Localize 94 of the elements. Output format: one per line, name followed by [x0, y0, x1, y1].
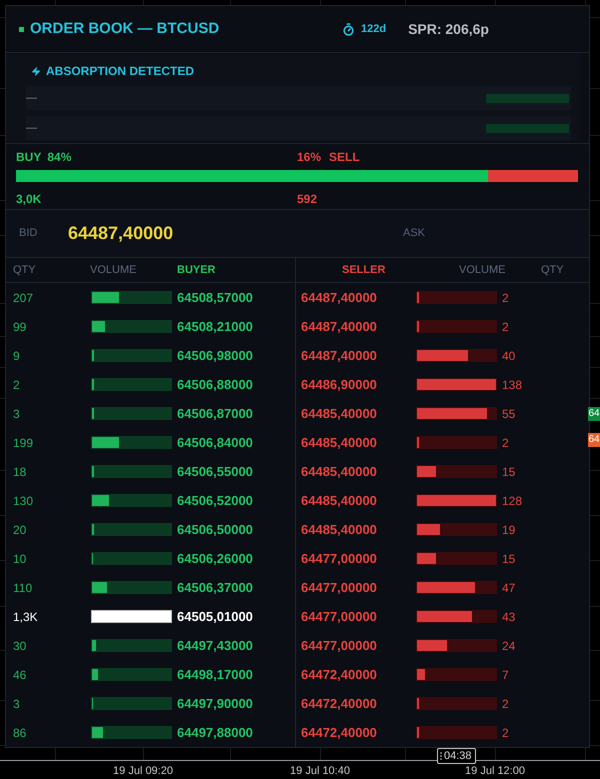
ask-price: 64486,90000 — [301, 377, 378, 392]
bid-quantity: 46 — [13, 668, 28, 682]
bid-quantity: 10 — [13, 552, 28, 566]
spread-value: SPR: 206,6p — [408, 20, 489, 39]
column-header: QTY — [541, 262, 564, 278]
bid-price: 64497,43000 — [177, 638, 253, 653]
absorption-title: ABSORPTION DETECTED — [46, 63, 194, 80]
buy-percent: 84% — [47, 149, 72, 166]
bid-price: 64497,88000 — [177, 725, 253, 740]
bid-quantity: 207 — [13, 290, 34, 304]
bid-quantity: 86 — [13, 726, 28, 740]
bid-price: 64506,88000 — [177, 377, 253, 392]
sell-volume: 592 — [297, 191, 318, 208]
ask-label: ASK — [403, 226, 426, 242]
bid-price: 64506,50000 — [177, 522, 253, 537]
price-scale-tag: 64 — [588, 433, 600, 447]
ask-quantity: 2 — [502, 320, 509, 334]
ask-price: 64485,40000 — [301, 522, 378, 537]
bid-price: 64497,90000 — [177, 696, 253, 711]
ask-quantity: 2 — [502, 726, 509, 740]
panel-title: ORDER BOOK — BTCUSD — [30, 18, 220, 39]
ask-quantity: 128 — [502, 494, 522, 508]
column-header: BUYER — [177, 262, 216, 278]
bid-price: 64506,87000 — [177, 406, 253, 421]
ask-price: 64472,40000 — [301, 667, 378, 682]
bid-price: 64506,84000 — [177, 435, 253, 450]
ask-quantity: 15 — [502, 552, 516, 566]
bid-quantity: 30 — [13, 638, 28, 652]
buy-label: BUY — [16, 149, 42, 166]
bid-price: 64506,26000 — [177, 551, 253, 566]
bid-quantity: 1,3K — [13, 610, 39, 624]
ask-price: 64487,40000 — [301, 319, 378, 334]
bid-price: 64505,01000 — [177, 609, 253, 624]
bid-quantity: 3 — [13, 696, 21, 710]
ask-price: 64485,40000 — [301, 464, 378, 479]
ask-price: 64477,00000 — [301, 551, 378, 566]
ask-price: 64487,40000 — [301, 290, 378, 305]
bid-price: 64498,17000 — [177, 667, 253, 682]
ask-quantity: 2 — [502, 696, 509, 710]
ask-price: 64487,40000 — [301, 348, 378, 363]
bid-quantity: 99 — [13, 320, 28, 334]
ask-quantity: 2 — [502, 436, 509, 450]
bid-price-value: 64487,40000 — [68, 222, 174, 245]
ask-quantity: 15 — [502, 464, 516, 478]
ask-price: 64477,00000 — [301, 580, 378, 595]
bid-price: 64506,98000 — [177, 348, 253, 363]
bid-quantity: 20 — [13, 522, 28, 536]
ask-quantity: 47 — [502, 580, 516, 594]
time-cursor-value: 04:38 — [444, 750, 472, 762]
bid-quantity: 9 — [13, 348, 21, 362]
ask-price: 64472,40000 — [301, 696, 378, 711]
sell-label: SELL — [329, 149, 360, 166]
time-axis-label: 19 Jul 09:20 — [113, 765, 173, 778]
absorption-label: — — [26, 90, 37, 106]
column-header: VOLUME — [90, 262, 138, 278]
ask-price: 64477,00000 — [301, 609, 378, 624]
time-axis-label: 19 Jul 10:40 — [290, 765, 350, 778]
ask-quantity: 24 — [502, 638, 516, 652]
stopwatch-icon — [342, 22, 355, 36]
time-axis-label: 19 Jul 12:00 — [465, 765, 525, 778]
timer-value: 122d — [360, 22, 386, 37]
bid-price: 64508,57000 — [177, 290, 253, 305]
ask-quantity: 7 — [502, 668, 509, 682]
bid-label: BID — [19, 226, 38, 242]
ask-price: 64477,00000 — [301, 638, 378, 653]
column-header: VOLUME — [459, 262, 506, 278]
bid-price: 64506,52000 — [177, 493, 253, 508]
ask-price: 64485,40000 — [301, 493, 378, 508]
buy-volume: 3,0K — [16, 191, 42, 208]
ask-price: 64485,40000 — [301, 435, 378, 450]
sell-percent: 16% — [297, 149, 322, 166]
bid-quantity: 18 — [13, 464, 28, 478]
lightning-icon — [31, 64, 41, 78]
bid-price: 64508,21000 — [177, 319, 253, 334]
bid-price: 64506,37000 — [177, 580, 253, 595]
bid-quantity: 110 — [13, 580, 34, 594]
status-marker-icon — [19, 26, 24, 32]
price-scale-tag: 64 — [588, 407, 600, 421]
ask-quantity: 19 — [502, 522, 516, 536]
ask-quantity: 40 — [502, 348, 516, 362]
bid-price: 64506,55000 — [177, 464, 253, 479]
ask-quantity: 138 — [502, 378, 522, 392]
ask-quantity: 55 — [502, 406, 516, 420]
bid-quantity: 199 — [13, 436, 34, 450]
bid-quantity: 130 — [13, 494, 34, 508]
absorption-label: — — [26, 120, 37, 136]
column-header: SELLER — [342, 262, 386, 278]
ask-price: 64472,40000 — [301, 725, 378, 740]
bid-quantity: 3 — [13, 406, 21, 420]
bid-quantity: 2 — [13, 378, 21, 392]
ask-quantity: 43 — [502, 610, 516, 624]
column-header: QTY — [13, 262, 37, 278]
ask-price: 64485,40000 — [301, 406, 378, 421]
ask-quantity: 2 — [502, 290, 509, 304]
